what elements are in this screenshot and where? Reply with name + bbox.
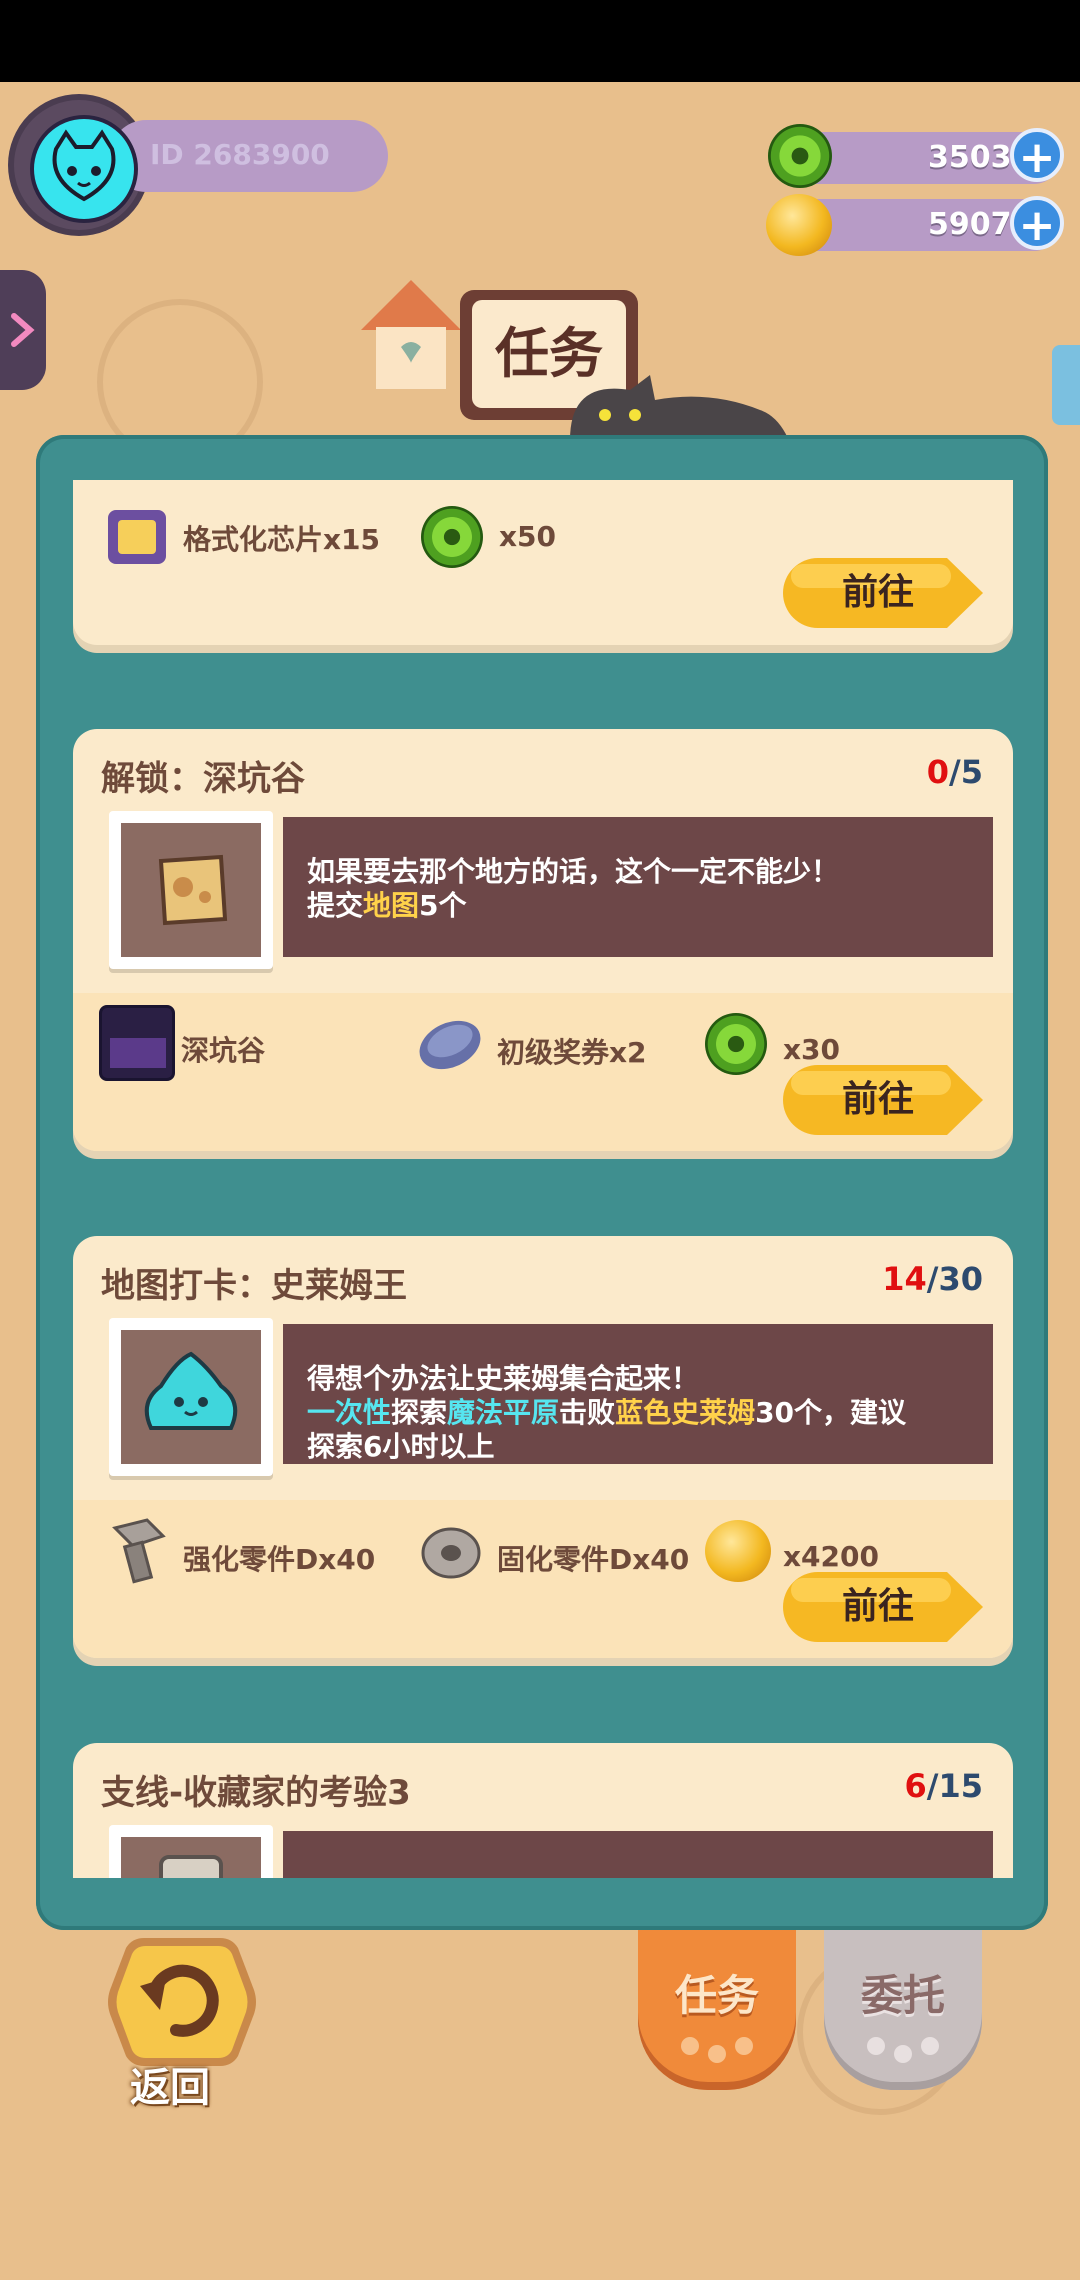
gold-coin-icon xyxy=(705,1520,771,1582)
reward-label: 初级奖券x2 xyxy=(497,1036,647,1069)
format-chip-icon xyxy=(108,510,166,564)
quest-progress: 6/15 xyxy=(904,1767,983,1805)
quest-title: 解锁：深坑谷 xyxy=(101,759,305,799)
reward-label: 深坑谷 xyxy=(181,1034,266,1067)
quest-list[interactable]: 格式化芯片x15 x50 前往 解锁：深坑谷 0/5 如果要去那个地方的话，这个… xyxy=(70,480,1014,1878)
go-button[interactable]: 前往 xyxy=(783,1065,987,1139)
quest-title: 支线-收藏家的考验3 xyxy=(101,1773,411,1813)
quest-description-box xyxy=(283,1831,993,1878)
back-label[interactable]: 返回 xyxy=(130,2055,210,2113)
quest-card: 格式化芯片x15 x50 前往 xyxy=(73,480,1013,645)
reward-label: x30 xyxy=(783,1033,841,1066)
add-gold-coin-button[interactable]: + xyxy=(1010,196,1064,251)
map-scroll-icon xyxy=(158,854,228,926)
green-coin-icon xyxy=(421,506,483,568)
paw-icon xyxy=(867,2037,939,2063)
avatar[interactable] xyxy=(30,115,138,223)
quest-description: 如果要去那个地方的话，这个一定不能少！ 提交地图5个 xyxy=(307,855,840,922)
quest-card: 地图打卡：史莱姆王 14/30 得想个办法让史莱姆集合起来！ 一次性探索魔法平原… xyxy=(73,1236,1013,1658)
bolt-part-icon xyxy=(107,1516,171,1586)
gold-coin-icon xyxy=(766,194,832,256)
cat-face-icon xyxy=(52,129,116,202)
add-green-coin-button[interactable]: + xyxy=(1010,128,1064,183)
reward-label: 强化零件Dx40 xyxy=(183,1543,376,1576)
blue-slime-icon xyxy=(144,1351,238,1430)
quest-progress: 0/5 xyxy=(926,753,983,791)
user-id-text: ID 2683900 xyxy=(150,138,330,171)
paw-icon xyxy=(681,2037,753,2063)
quest-image xyxy=(121,823,261,957)
quest-card: 解锁：深坑谷 0/5 如果要去那个地方的话，这个一定不能少！ 提交地图5个 深坑… xyxy=(73,729,1013,1151)
nut-part-icon xyxy=(421,1526,481,1580)
side-menu-tab[interactable] xyxy=(1052,345,1080,425)
reward-label: 格式化芯片x15 xyxy=(183,523,381,556)
relic-stone-icon xyxy=(159,1855,223,1878)
reward-label: x4200 xyxy=(783,1540,879,1573)
green-coin-icon xyxy=(768,124,832,188)
green-coin-value: 3503 xyxy=(928,140,1012,175)
quest-title: 地图打卡：史莱姆王 xyxy=(101,1266,407,1306)
go-button[interactable]: 前往 xyxy=(783,1572,987,1646)
side-drawer-toggle[interactable] xyxy=(0,270,46,390)
quest-image xyxy=(121,1837,261,1878)
quest-description: 得想个办法让史莱姆集合起来！ 一次性探索魔法平原击败蓝色史莱姆30个，建议 探索… xyxy=(307,1362,907,1463)
quest-image xyxy=(121,1330,261,1464)
status-bar xyxy=(0,0,1080,82)
quest-card: 支线-收藏家的考验3 6/15 xyxy=(73,1743,1013,1878)
reward-label: x50 xyxy=(499,520,557,553)
house-icon xyxy=(361,280,461,389)
chevron-right-icon xyxy=(11,313,35,347)
deep-valley-icon xyxy=(99,1005,175,1081)
green-coin-icon xyxy=(705,1013,767,1075)
tab-tasks[interactable]: 任务 xyxy=(638,1930,796,2090)
gold-coin-value: 5907 xyxy=(928,207,1012,242)
basic-ticket-icon xyxy=(415,1015,485,1075)
quest-progress: 14/30 xyxy=(882,1260,983,1298)
tab-commission[interactable]: 委托 xyxy=(824,1930,982,2090)
go-button[interactable]: 前往 xyxy=(783,558,987,632)
reward-label: 固化零件Dx40 xyxy=(497,1543,690,1576)
